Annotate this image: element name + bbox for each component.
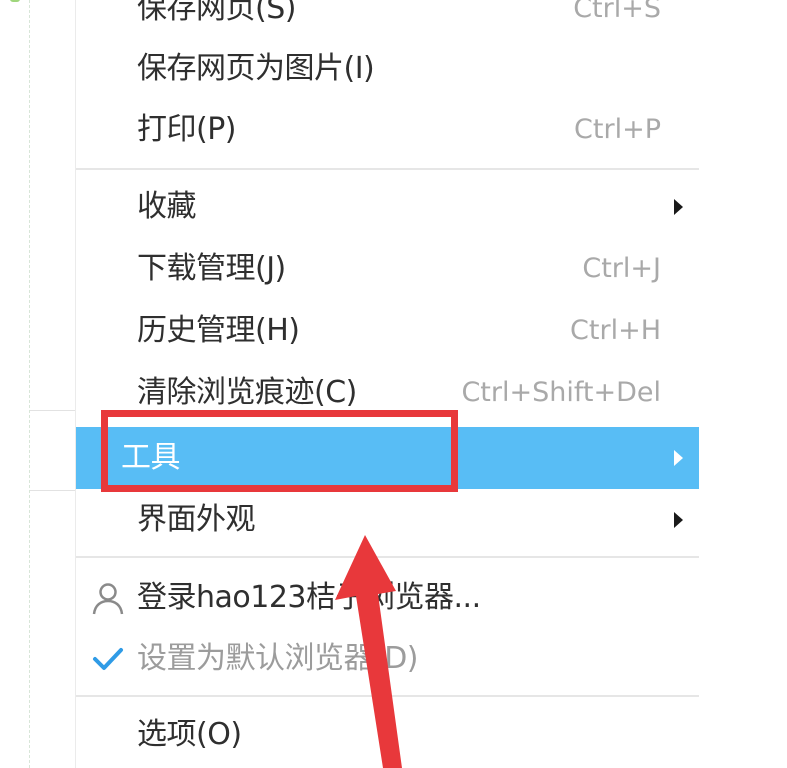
annotation-arrow [335,535,402,768]
